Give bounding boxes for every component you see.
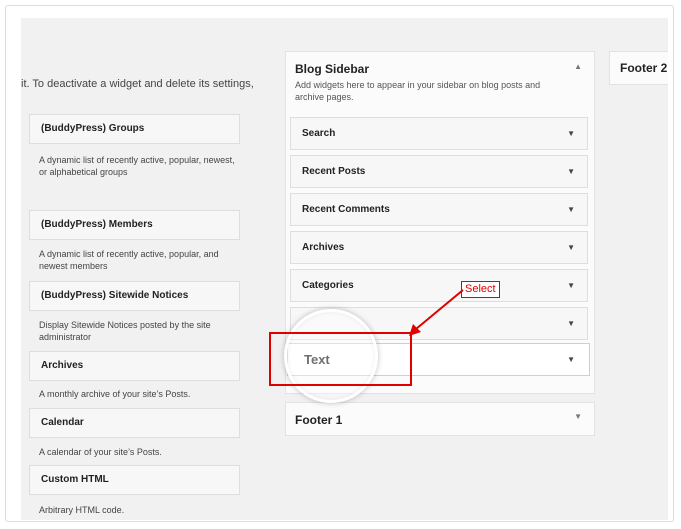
intro-text: it. To deactivate a widget and delete it… (21, 78, 254, 90)
chevron-down-icon[interactable]: ▼ (567, 270, 575, 301)
widget-title: Archives (41, 360, 84, 371)
widget-title: Recent Comments (302, 204, 390, 215)
footer2-title: Footer 2 (620, 61, 668, 75)
sidebar-widget-archives[interactable]: Archives ▼ (290, 231, 588, 264)
widget-title: Text (304, 352, 330, 367)
widget-title: Custom HTML (41, 474, 109, 485)
widget-title: Recent Posts (302, 166, 366, 177)
blog-sidebar-title[interactable]: Blog Sidebar (295, 62, 369, 76)
available-widget-buddypress-sitewide-notices[interactable]: (BuddyPress) Sitewide Notices (29, 281, 240, 311)
widgets-screen: it. To deactivate a widget and delete it… (21, 18, 668, 520)
blog-sidebar-description: Add widgets here to appear in your sideb… (295, 80, 541, 102)
available-widget-buddypress-members[interactable]: (BuddyPress) Members (29, 210, 240, 240)
widget-description: A dynamic list of recently active, popul… (39, 249, 219, 271)
sidebar-widget-recent-posts[interactable]: Recent Posts ▼ (290, 155, 588, 188)
footer1-area[interactable]: Footer 1 ▼ (285, 402, 595, 436)
sidebar-widget-search[interactable]: Search ▼ (290, 117, 588, 150)
widget-description: Arbitrary HTML code. (39, 505, 125, 515)
footer1-title[interactable]: Footer 1 (295, 413, 342, 427)
text-widget-dragging[interactable]: Text ▼ (287, 343, 590, 376)
collapse-toggle-icon[interactable]: ▲ (574, 62, 582, 71)
available-widget-archives[interactable]: Archives (29, 351, 240, 381)
widget-title: (BuddyPress) Groups (41, 123, 145, 134)
available-widget-calendar[interactable]: Calendar (29, 408, 240, 438)
widget-title: Categories (302, 280, 354, 291)
expand-toggle-icon[interactable]: ▼ (574, 412, 582, 421)
available-widget-custom-html[interactable]: Custom HTML (29, 465, 240, 495)
chevron-down-icon[interactable]: ▼ (567, 156, 575, 187)
widget-title: Archives (302, 242, 345, 253)
widget-title: (BuddyPress) Members (41, 219, 153, 230)
chevron-down-icon[interactable]: ▼ (567, 308, 575, 339)
widget-title: (BuddyPress) Sitewide Notices (41, 290, 189, 301)
widget-description: A dynamic list of recently active, popul… (39, 155, 235, 177)
chevron-down-icon[interactable]: ▼ (567, 118, 575, 149)
available-widget-buddypress-groups[interactable]: (BuddyPress) Groups (29, 114, 240, 144)
chevron-down-icon[interactable]: ▼ (567, 344, 575, 375)
widget-title: Calendar (41, 417, 84, 428)
screenshot-frame: it. To deactivate a widget and delete it… (5, 5, 674, 522)
sidebar-widget-recent-comments[interactable]: Recent Comments ▼ (290, 193, 588, 226)
widget-title: Search (302, 128, 336, 139)
sidebar-widget-categories[interactable]: Categories ▼ (290, 269, 588, 302)
chevron-down-icon[interactable]: ▼ (567, 194, 575, 225)
select-annotation-label: Select (461, 281, 500, 298)
sidebar-widget-partial[interactable]: ▼ (290, 307, 588, 340)
widget-description: A calendar of your site’s Posts. (39, 447, 162, 457)
widget-description: Display Sitewide Notices posted by the s… (39, 320, 211, 342)
footer2-area[interactable]: Footer 2 (609, 51, 668, 85)
widget-description: A monthly archive of your site’s Posts. (39, 389, 191, 399)
chevron-down-icon[interactable]: ▼ (567, 232, 575, 263)
